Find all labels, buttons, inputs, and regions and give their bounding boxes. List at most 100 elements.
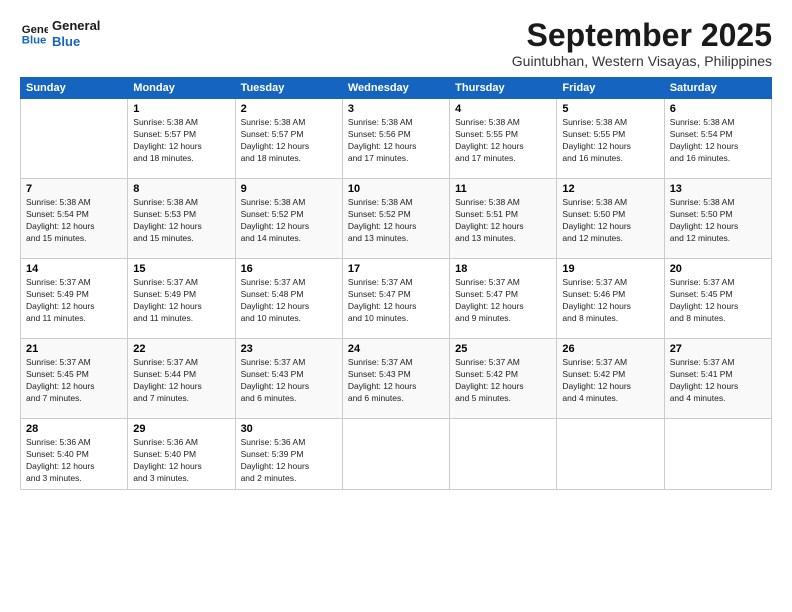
day-number: 28	[26, 423, 122, 435]
calendar-cell: 18 Sunrise: 5:37 AM Sunset: 5:47 PM Dayli…	[450, 259, 557, 339]
day-info: Sunrise: 5:37 AM Sunset: 5:46 PM Dayligh…	[562, 277, 658, 325]
calendar-cell: 2 Sunrise: 5:38 AM Sunset: 5:57 PM Daylig…	[235, 99, 342, 179]
day-number: 4	[455, 103, 551, 115]
calendar-header-wednesday: Wednesday	[342, 78, 449, 99]
day-number: 8	[133, 183, 229, 195]
calendar-cell: 17 Sunrise: 5:37 AM Sunset: 5:47 PM Dayli…	[342, 259, 449, 339]
svg-text:Blue: Blue	[22, 34, 47, 46]
calendar-cell: 6 Sunrise: 5:38 AM Sunset: 5:54 PM Daylig…	[664, 99, 771, 179]
day-number: 23	[241, 343, 337, 355]
day-number: 9	[241, 183, 337, 195]
day-number: 20	[670, 263, 766, 275]
calendar-week-4: 21 Sunrise: 5:37 AM Sunset: 5:45 PM Dayli…	[21, 339, 772, 419]
day-number: 22	[133, 343, 229, 355]
day-number: 13	[670, 183, 766, 195]
day-number: 15	[133, 263, 229, 275]
day-info: Sunrise: 5:38 AM Sunset: 5:54 PM Dayligh…	[670, 117, 766, 165]
page: General Blue General Blue September 2025…	[0, 0, 792, 612]
calendar-cell: 10 Sunrise: 5:38 AM Sunset: 5:52 PM Dayli…	[342, 179, 449, 259]
day-number: 7	[26, 183, 122, 195]
calendar-cell	[664, 419, 771, 490]
title-area: September 2025 Guintubhan, Western Visay…	[512, 18, 772, 69]
calendar-table: SundayMondayTuesdayWednesdayThursdayFrid…	[20, 77, 772, 490]
calendar-cell: 1 Sunrise: 5:38 AM Sunset: 5:57 PM Daylig…	[128, 99, 235, 179]
day-number: 12	[562, 183, 658, 195]
calendar-cell	[450, 419, 557, 490]
calendar-cell: 15Sunrise: 5:37 AM Sunset: 5:49 PM Dayli…	[128, 259, 235, 339]
day-number: 6	[670, 103, 766, 115]
calendar-cell: 12 Sunrise: 5:38 AM Sunset: 5:50 PM Dayli…	[557, 179, 664, 259]
day-info: Sunrise: 5:37 AM Sunset: 5:43 PM Dayligh…	[348, 357, 444, 405]
day-info: Sunrise: 5:37 AM Sunset: 5:45 PM Dayligh…	[670, 277, 766, 325]
day-number: 10	[348, 183, 444, 195]
day-info: Sunrise: 5:38 AM Sunset: 5:57 PM Dayligh…	[241, 117, 337, 165]
calendar-week-5: 28 Sunrise: 5:36 AM Sunset: 5:40 PM Dayli…	[21, 419, 772, 490]
day-number: 16	[241, 263, 337, 275]
day-number: 29	[133, 423, 229, 435]
day-number: 5	[562, 103, 658, 115]
calendar-cell: 11Sunrise: 5:38 AM Sunset: 5:51 PM Dayli…	[450, 179, 557, 259]
day-info: Sunrise: 5:37 AM Sunset: 5:49 PM Dayligh…	[26, 277, 122, 325]
day-number: 25	[455, 343, 551, 355]
day-number: 17	[348, 263, 444, 275]
logo-blue: Blue	[52, 34, 100, 50]
day-number: 19	[562, 263, 658, 275]
calendar-cell: 30Sunrise: 5:36 AM Sunset: 5:39 PM Dayli…	[235, 419, 342, 490]
calendar-header-tuesday: Tuesday	[235, 78, 342, 99]
calendar-cell	[557, 419, 664, 490]
day-info: Sunrise: 5:38 AM Sunset: 5:50 PM Dayligh…	[670, 197, 766, 245]
day-info: Sunrise: 5:37 AM Sunset: 5:44 PM Dayligh…	[133, 357, 229, 405]
calendar-cell: 22 Sunrise: 5:37 AM Sunset: 5:44 PM Dayli…	[128, 339, 235, 419]
day-info: Sunrise: 5:38 AM Sunset: 5:57 PM Dayligh…	[133, 117, 229, 165]
calendar-week-1: 1 Sunrise: 5:38 AM Sunset: 5:57 PM Daylig…	[21, 99, 772, 179]
calendar-cell: 7Sunrise: 5:38 AM Sunset: 5:54 PM Daylig…	[21, 179, 128, 259]
month-title: September 2025	[512, 18, 772, 53]
calendar-cell: 28 Sunrise: 5:36 AM Sunset: 5:40 PM Dayli…	[21, 419, 128, 490]
calendar-header-friday: Friday	[557, 78, 664, 99]
calendar-header-sunday: Sunday	[21, 78, 128, 99]
day-info: Sunrise: 5:37 AM Sunset: 5:47 PM Dayligh…	[348, 277, 444, 325]
calendar-cell: 8Sunrise: 5:38 AM Sunset: 5:53 PM Daylig…	[128, 179, 235, 259]
day-info: Sunrise: 5:38 AM Sunset: 5:50 PM Dayligh…	[562, 197, 658, 245]
calendar-cell	[342, 419, 449, 490]
day-info: Sunrise: 5:37 AM Sunset: 5:42 PM Dayligh…	[455, 357, 551, 405]
calendar-header-saturday: Saturday	[664, 78, 771, 99]
day-number: 27	[670, 343, 766, 355]
day-info: Sunrise: 5:37 AM Sunset: 5:43 PM Dayligh…	[241, 357, 337, 405]
day-info: Sunrise: 5:38 AM Sunset: 5:52 PM Dayligh…	[241, 197, 337, 245]
day-info: Sunrise: 5:38 AM Sunset: 5:55 PM Dayligh…	[455, 117, 551, 165]
calendar-cell: 4 Sunrise: 5:38 AM Sunset: 5:55 PM Daylig…	[450, 99, 557, 179]
day-info: Sunrise: 5:38 AM Sunset: 5:52 PM Dayligh…	[348, 197, 444, 245]
day-info: Sunrise: 5:38 AM Sunset: 5:55 PM Dayligh…	[562, 117, 658, 165]
calendar-cell: 27Sunrise: 5:37 AM Sunset: 5:41 PM Dayli…	[664, 339, 771, 419]
calendar-header-row: SundayMondayTuesdayWednesdayThursdayFrid…	[21, 78, 772, 99]
calendar-cell: 3Sunrise: 5:38 AM Sunset: 5:56 PM Daylig…	[342, 99, 449, 179]
day-number: 26	[562, 343, 658, 355]
day-info: Sunrise: 5:37 AM Sunset: 5:45 PM Dayligh…	[26, 357, 122, 405]
location-title: Guintubhan, Western Visayas, Philippines	[512, 53, 772, 69]
calendar-week-2: 7Sunrise: 5:38 AM Sunset: 5:54 PM Daylig…	[21, 179, 772, 259]
header: General Blue General Blue September 2025…	[20, 18, 772, 69]
calendar-cell: 14 Sunrise: 5:37 AM Sunset: 5:49 PM Dayli…	[21, 259, 128, 339]
calendar-cell: 16Sunrise: 5:37 AM Sunset: 5:48 PM Dayli…	[235, 259, 342, 339]
calendar-week-3: 14 Sunrise: 5:37 AM Sunset: 5:49 PM Dayli…	[21, 259, 772, 339]
day-info: Sunrise: 5:37 AM Sunset: 5:47 PM Dayligh…	[455, 277, 551, 325]
calendar-header-thursday: Thursday	[450, 78, 557, 99]
day-number: 11	[455, 183, 551, 195]
day-number: 30	[241, 423, 337, 435]
day-number: 3	[348, 103, 444, 115]
calendar-cell: 24Sunrise: 5:37 AM Sunset: 5:43 PM Dayli…	[342, 339, 449, 419]
logo-icon: General Blue	[20, 20, 48, 48]
day-info: Sunrise: 5:36 AM Sunset: 5:40 PM Dayligh…	[26, 437, 122, 485]
logo-general: General	[52, 18, 100, 34]
day-number: 2	[241, 103, 337, 115]
day-number: 14	[26, 263, 122, 275]
day-number: 18	[455, 263, 551, 275]
calendar-cell	[21, 99, 128, 179]
calendar-cell: 9 Sunrise: 5:38 AM Sunset: 5:52 PM Daylig…	[235, 179, 342, 259]
calendar-cell: 5 Sunrise: 5:38 AM Sunset: 5:55 PM Daylig…	[557, 99, 664, 179]
day-number: 1	[133, 103, 229, 115]
calendar-cell: 26Sunrise: 5:37 AM Sunset: 5:42 PM Dayli…	[557, 339, 664, 419]
day-info: Sunrise: 5:36 AM Sunset: 5:40 PM Dayligh…	[133, 437, 229, 485]
day-number: 21	[26, 343, 122, 355]
